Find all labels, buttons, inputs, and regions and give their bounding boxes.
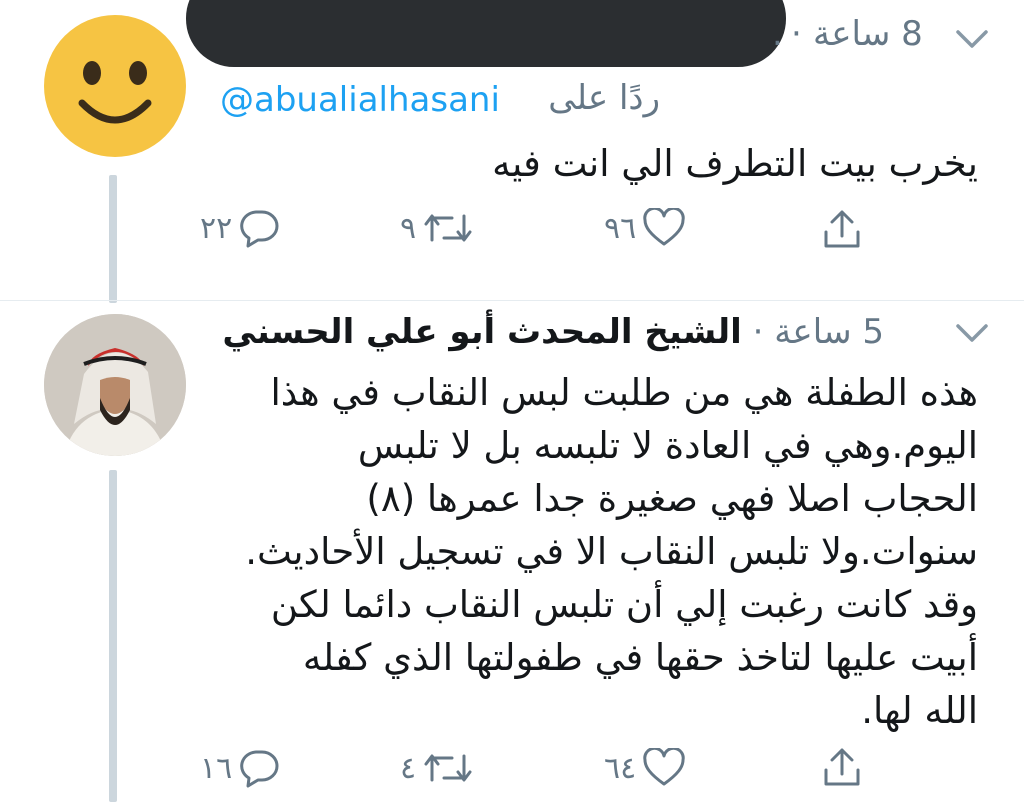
tweet-dot-separator: ·: [752, 312, 764, 352]
like-icon: [643, 208, 685, 246]
tweet-2-line: اليوم.وهي في العادة لا تلبسه بل لا تلبس: [357, 424, 978, 467]
thread-line-bottom: [109, 470, 117, 802]
reply-icon: [240, 210, 279, 248]
share-icon: [824, 748, 860, 786]
smiley-avatar-icon[interactable]: [44, 15, 186, 157]
retweet-button[interactable]: ٤: [400, 750, 474, 786]
redacted-name-block: [186, 0, 786, 67]
retweet-button[interactable]: ٩: [400, 210, 474, 246]
share-button[interactable]: [820, 746, 864, 790]
reply-context: ردًا على: [500, 78, 660, 118]
reply-to-handle[interactable]: @abualialhasani: [220, 80, 500, 120]
like-count: ٩٦: [604, 210, 637, 246]
chevron-down-icon[interactable]: [954, 28, 990, 54]
tweet-2-line: أبيت عليها لتاخذ حقها في طفولتها الذي كف…: [302, 636, 978, 679]
author-avatar[interactable]: [44, 314, 186, 456]
tweet-timestamp[interactable]: 8 ساعة: [813, 14, 933, 54]
tweet-2-line: سنوات.ولا تلبس النقاب الا في تسجيل الأحا…: [245, 530, 978, 573]
chevron-down-icon[interactable]: [954, 322, 990, 348]
retweet-count: ٤: [400, 750, 417, 786]
reply-count: ١٦: [200, 750, 233, 786]
tweet-2-line: هذه الطفلة هي من طلبت لبس النقاب في هذا: [270, 371, 978, 414]
tweet-2-text: هذه الطفلة هي من طلبت لبس النقاب في هذا …: [245, 366, 978, 737]
like-button[interactable]: ٩٦: [604, 208, 686, 248]
author-name[interactable]: الشيخ المحدث أبو علي الحسني: [222, 312, 741, 352]
retweet-icon: [424, 214, 472, 242]
tweet-timestamp[interactable]: 5 ساعة: [774, 312, 884, 352]
tweet-2-header: 5 ساعة · الشيخ المحدث أبو علي الحسني: [222, 312, 884, 352]
share-button[interactable]: [820, 208, 864, 252]
tweet-2-line: الحجاب اصلا فهي صغيرة جدا عمرها (٨): [366, 477, 978, 520]
thread-line-top: [109, 175, 117, 303]
share-icon: [824, 210, 860, 248]
reply-button[interactable]: ١٦: [200, 748, 280, 788]
name-fragment: .: [772, 14, 783, 54]
reply-to-prefix: ردًا على: [548, 78, 660, 118]
tweet-divider: [0, 300, 1024, 301]
reply-icon: [240, 750, 279, 788]
retweet-icon: [424, 754, 472, 782]
like-button[interactable]: ٦٤: [604, 748, 686, 788]
retweet-count: ٩: [400, 210, 417, 246]
tweet-2-line: الله لها.: [861, 689, 978, 732]
like-icon: [643, 748, 685, 786]
tweet-dot-separator: ·: [791, 14, 802, 54]
reply-button[interactable]: ٢٢: [200, 208, 280, 248]
tweet-1-text: يخرب بيت التطرف الي انت فيه: [492, 142, 978, 185]
reply-count: ٢٢: [200, 210, 233, 246]
tweet-2-line: وقد كانت رغبت إلي أن تلبس النقاب دائما ل…: [270, 583, 978, 626]
like-count: ٦٤: [604, 750, 637, 786]
